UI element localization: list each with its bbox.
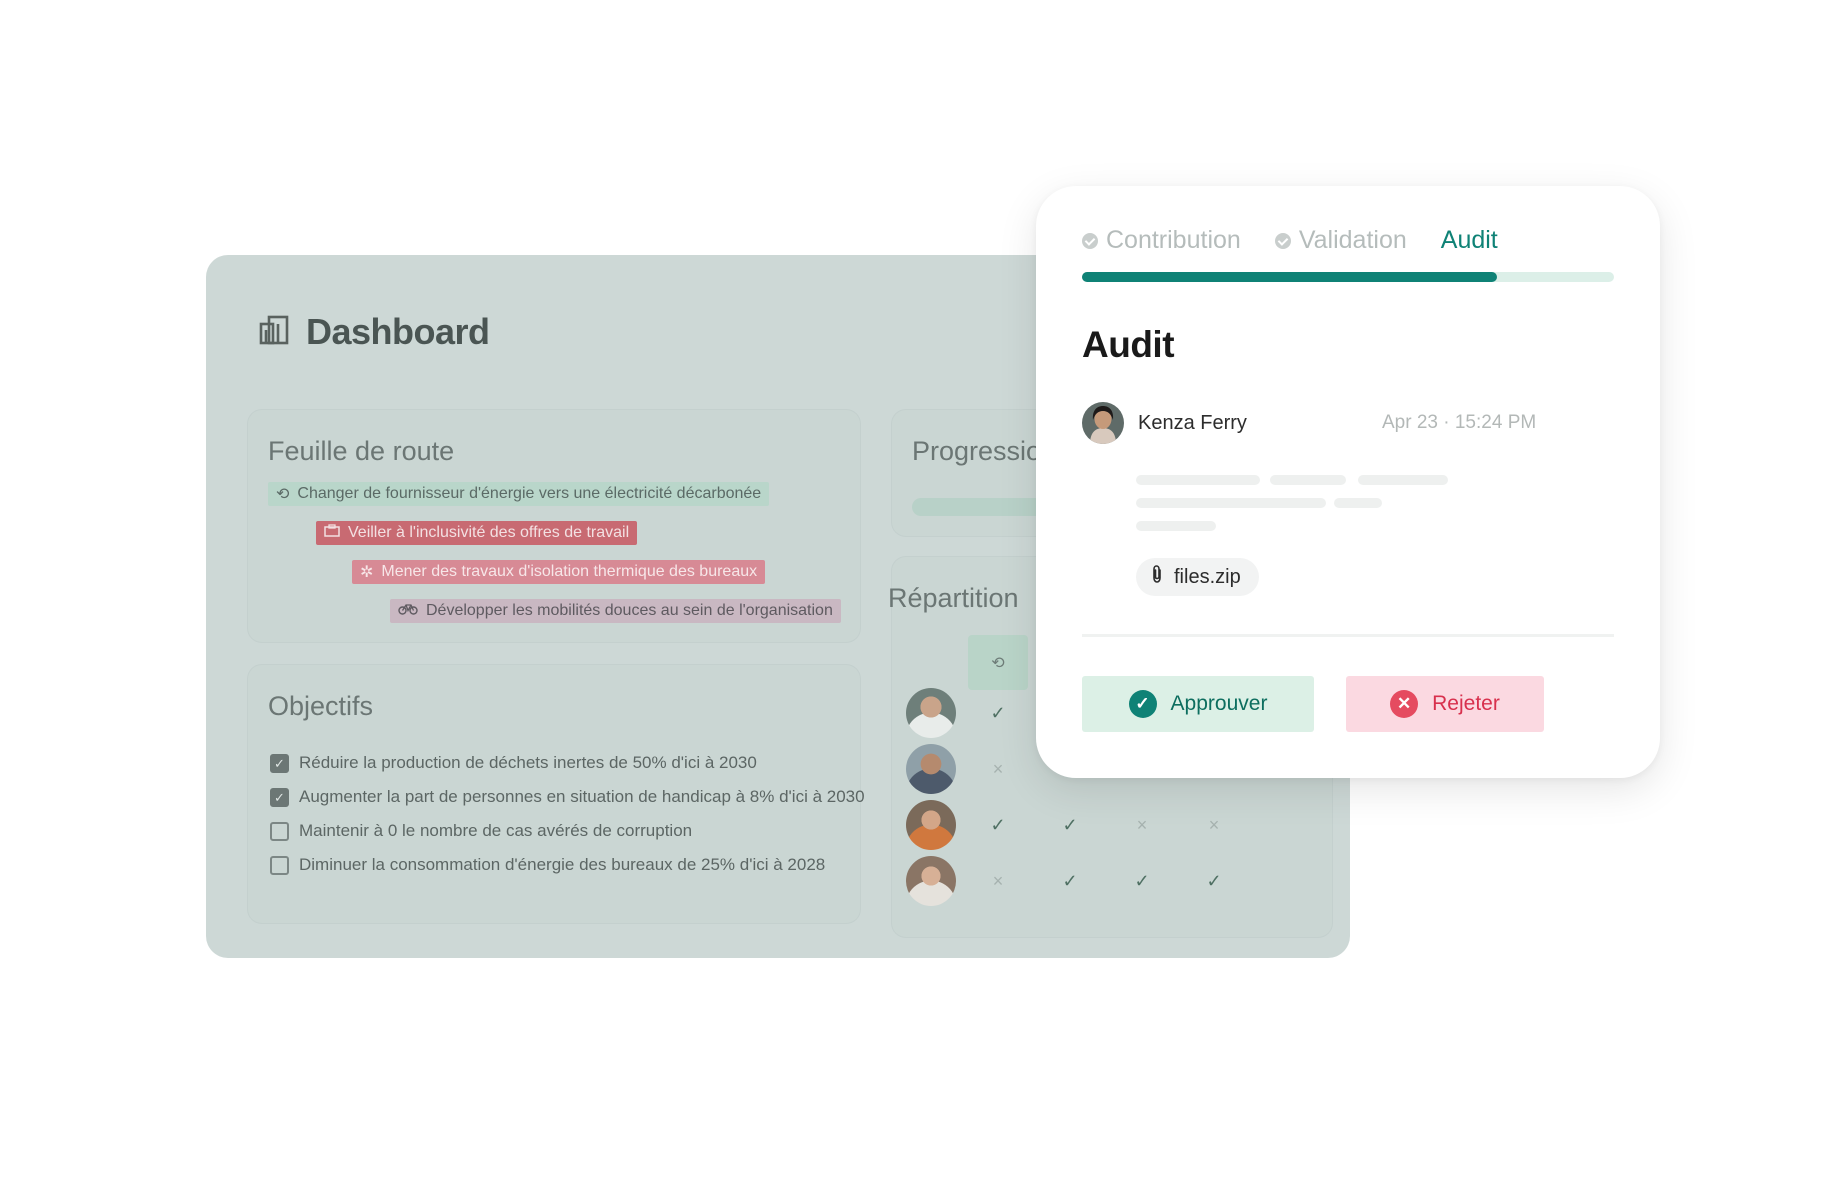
objectives-title: Objectifs xyxy=(268,691,374,721)
roadmap-item[interactable]: ⟲ Changer de fournisseur d'énergie vers … xyxy=(268,482,770,506)
checkbox-unchecked[interactable] xyxy=(270,855,289,875)
avatar xyxy=(1082,402,1124,444)
text-placeholder xyxy=(1136,521,1216,531)
building-icon xyxy=(258,314,290,351)
check-icon: ✓ xyxy=(1134,870,1150,891)
approve-button[interactable]: ✓ Approuver xyxy=(1082,676,1314,732)
snowflake-icon: ✲ xyxy=(360,564,374,581)
check-circle-icon xyxy=(1082,232,1098,249)
step-contribution[interactable]: Contribution xyxy=(1082,226,1241,255)
text-placeholder xyxy=(1136,498,1326,508)
author-row: Kenza Ferry xyxy=(1082,402,1247,444)
check-icon: ✓ xyxy=(990,814,1006,835)
avatar xyxy=(906,744,956,794)
checkbox-checked[interactable]: ✓ xyxy=(270,753,289,773)
check-icon: ✓ xyxy=(1128,690,1157,718)
workflow-progress-fill xyxy=(1082,272,1497,282)
attachment-name: files.zip xyxy=(1174,565,1241,588)
roadmap-item[interactable]: Veiller à l'inclusivité des offres de tr… xyxy=(316,521,638,545)
objective-item[interactable]: Maintenir à 0 le nombre de cas avérés de… xyxy=(270,821,692,841)
reject-button[interactable]: ✕ Rejeter xyxy=(1346,676,1544,732)
text-placeholder xyxy=(1334,498,1382,508)
objective-item[interactable]: ✓ Réduire la production de déchets inert… xyxy=(270,753,757,773)
avatar xyxy=(906,688,956,738)
checkbox-checked[interactable]: ✓ xyxy=(270,787,289,807)
progression-title: Progression xyxy=(912,436,1057,466)
close-icon: ✕ xyxy=(1390,690,1419,718)
roadmap-panel: Feuille de route ⟲ Changer de fournisseu… xyxy=(248,410,860,642)
cross-icon: × xyxy=(992,758,1004,779)
workflow-steps: Contribution Validation Audit xyxy=(1082,226,1498,255)
card-title: Audit xyxy=(1082,324,1175,365)
briefcase-icon xyxy=(324,524,340,542)
check-icon: ✓ xyxy=(1206,870,1222,891)
recycle-icon: ⟲ xyxy=(276,486,290,503)
recycle-icon: ⟲ xyxy=(991,654,1005,672)
avatar xyxy=(906,856,956,906)
roadmap-item[interactable]: Développer les mobilités douces au sein … xyxy=(390,599,841,623)
roadmap-title: Feuille de route xyxy=(268,436,455,466)
text-placeholder xyxy=(1358,475,1448,485)
cross-icon: × xyxy=(1136,814,1148,835)
objective-item[interactable]: Diminuer la consommation d'énergie des b… xyxy=(270,855,825,875)
author-name: Kenza Ferry xyxy=(1138,411,1247,434)
timestamp: Apr 23 · 15:24 PM xyxy=(1382,412,1537,433)
cross-icon: × xyxy=(1208,814,1220,835)
objectives-panel: Objectifs ✓ Réduire la production de déc… xyxy=(248,665,865,923)
repartition-column-header: ⟲ xyxy=(968,635,1028,690)
step-validation[interactable]: Validation xyxy=(1274,226,1407,255)
audit-card: Contribution Validation Audit Audit Kenz… xyxy=(1036,186,1660,778)
check-circle-icon xyxy=(1274,232,1291,249)
divider xyxy=(1082,634,1614,637)
page-title: Dashboard xyxy=(306,311,490,352)
roadmap-item[interactable]: ✲ Mener des travaux d'isolation thermiqu… xyxy=(352,560,766,584)
check-icon: ✓ xyxy=(1062,870,1078,891)
cross-icon: × xyxy=(992,870,1004,891)
text-placeholder xyxy=(1136,475,1260,485)
objective-item[interactable]: ✓ Augmenter la part de personnes en situ… xyxy=(270,787,865,807)
avatar xyxy=(906,800,956,850)
checkbox-unchecked[interactable] xyxy=(270,821,289,841)
check-icon: ✓ xyxy=(1062,814,1078,835)
repartition-title: Répartition xyxy=(888,583,1019,613)
bicycle-icon xyxy=(398,602,418,620)
check-icon: ✓ xyxy=(990,702,1006,723)
attachment-chip[interactable]: files.zip xyxy=(1136,558,1259,596)
step-audit[interactable]: Audit xyxy=(1441,226,1498,255)
text-placeholder xyxy=(1270,475,1346,485)
dashboard-header: Dashboard xyxy=(258,311,490,353)
paperclip-icon xyxy=(1150,564,1164,590)
workflow-progress-bar xyxy=(1082,272,1614,282)
